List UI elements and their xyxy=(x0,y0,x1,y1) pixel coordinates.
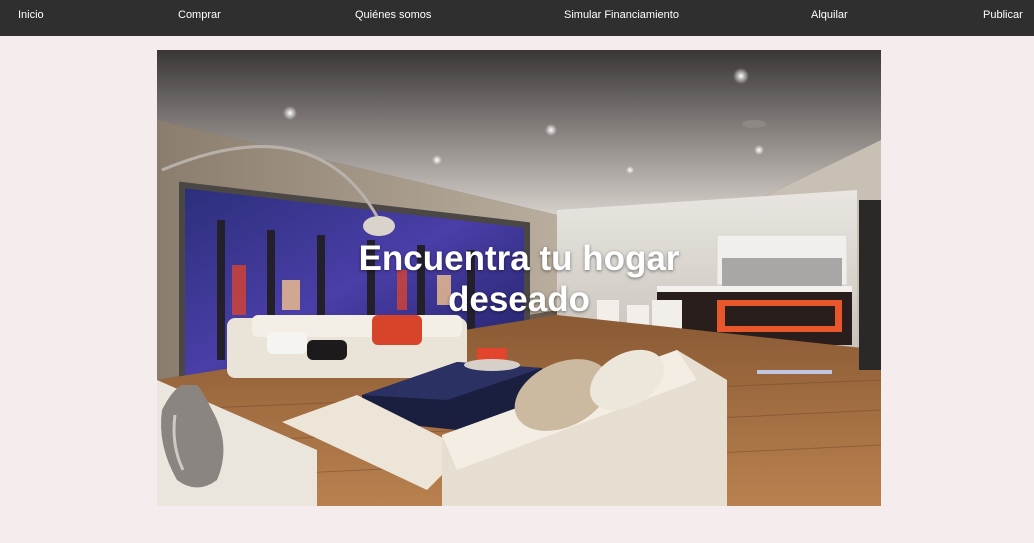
hero-banner: Encuentra tu hogar deseado xyxy=(157,50,881,506)
nav-link-quienes-somos[interactable]: Quiénes somos xyxy=(355,0,431,30)
top-navigation: Inicio Comprar Quiénes somos Simular Fin… xyxy=(0,0,1034,36)
nav-link-alquilar[interactable]: Alquilar xyxy=(811,0,848,30)
nav-link-comprar[interactable]: Comprar xyxy=(178,0,221,30)
nav-link-inicio[interactable]: Inicio xyxy=(18,0,44,30)
nav-link-publicar[interactable]: Publicar xyxy=(983,0,1023,30)
nav-link-simular-financiamiento[interactable]: Simular Financiamiento xyxy=(564,0,679,30)
hero-title: Encuentra tu hogar deseado xyxy=(157,238,881,320)
hero-title-line-1: Encuentra tu hogar xyxy=(358,239,680,278)
hero-title-line-2: deseado xyxy=(448,280,590,319)
